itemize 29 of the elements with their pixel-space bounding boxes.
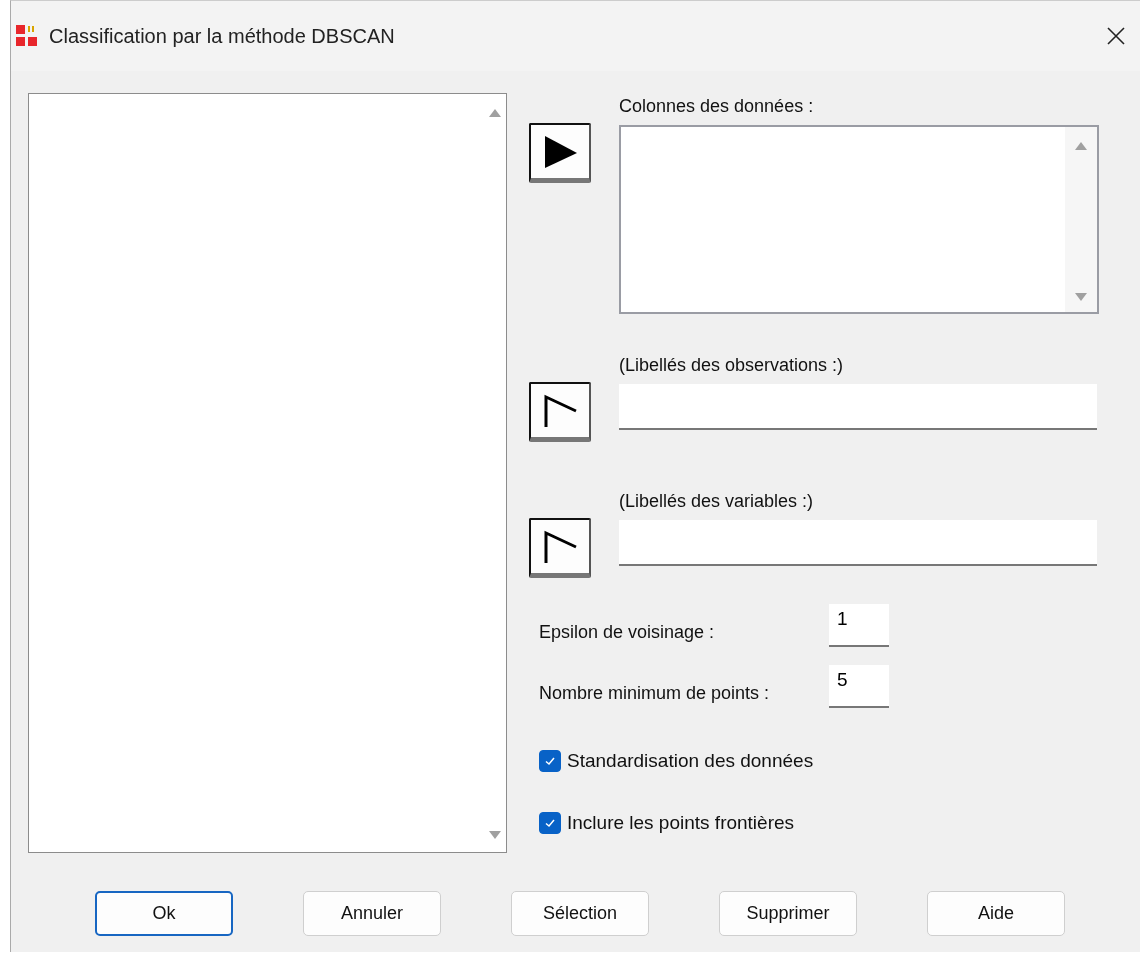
scroll-down-icon[interactable] — [488, 830, 502, 840]
field-label: (Libellés des observations :) — [619, 355, 845, 376]
parameter-label: Nombre minimum de points : — [539, 682, 771, 704]
dialog-button[interactable]: Supprimer — [719, 891, 857, 936]
checkbox-label: Standardisation des données — [567, 750, 814, 772]
dialog-button[interactable]: Sélection — [511, 891, 649, 936]
input-field[interactable] — [619, 520, 1097, 566]
move-button[interactable] — [529, 382, 591, 442]
move-button[interactable] — [529, 123, 591, 183]
scroll-down-icon[interactable] — [1074, 292, 1088, 302]
window-title: Classification par la méthode DBSCAN — [49, 24, 396, 48]
checkbox[interactable] — [539, 750, 561, 772]
scroll-up-icon[interactable] — [488, 108, 502, 118]
field-label: Colonnes des données : — [619, 96, 815, 117]
dialog-button[interactable]: Annuler — [303, 891, 441, 936]
columns-list[interactable] — [619, 125, 1099, 314]
dialog-button[interactable]: Aide — [927, 891, 1065, 936]
checkbox-label: Inclure les points frontières — [567, 812, 795, 834]
input-field[interactable]: 5 — [829, 665, 889, 708]
field-label: (Libellés des variables :) — [619, 491, 815, 512]
input-field[interactable] — [619, 384, 1097, 430]
checkbox[interactable] — [539, 812, 561, 834]
close-icon[interactable] — [1106, 26, 1126, 46]
scroll-up-icon[interactable] — [1074, 141, 1088, 151]
parameter-label: Epsilon de voisinage : — [539, 621, 716, 643]
dialog-button[interactable]: Ok — [95, 891, 233, 936]
input-field[interactable]: 1 — [829, 604, 889, 647]
move-button[interactable] — [529, 518, 591, 578]
app-logo-icon — [15, 24, 39, 48]
